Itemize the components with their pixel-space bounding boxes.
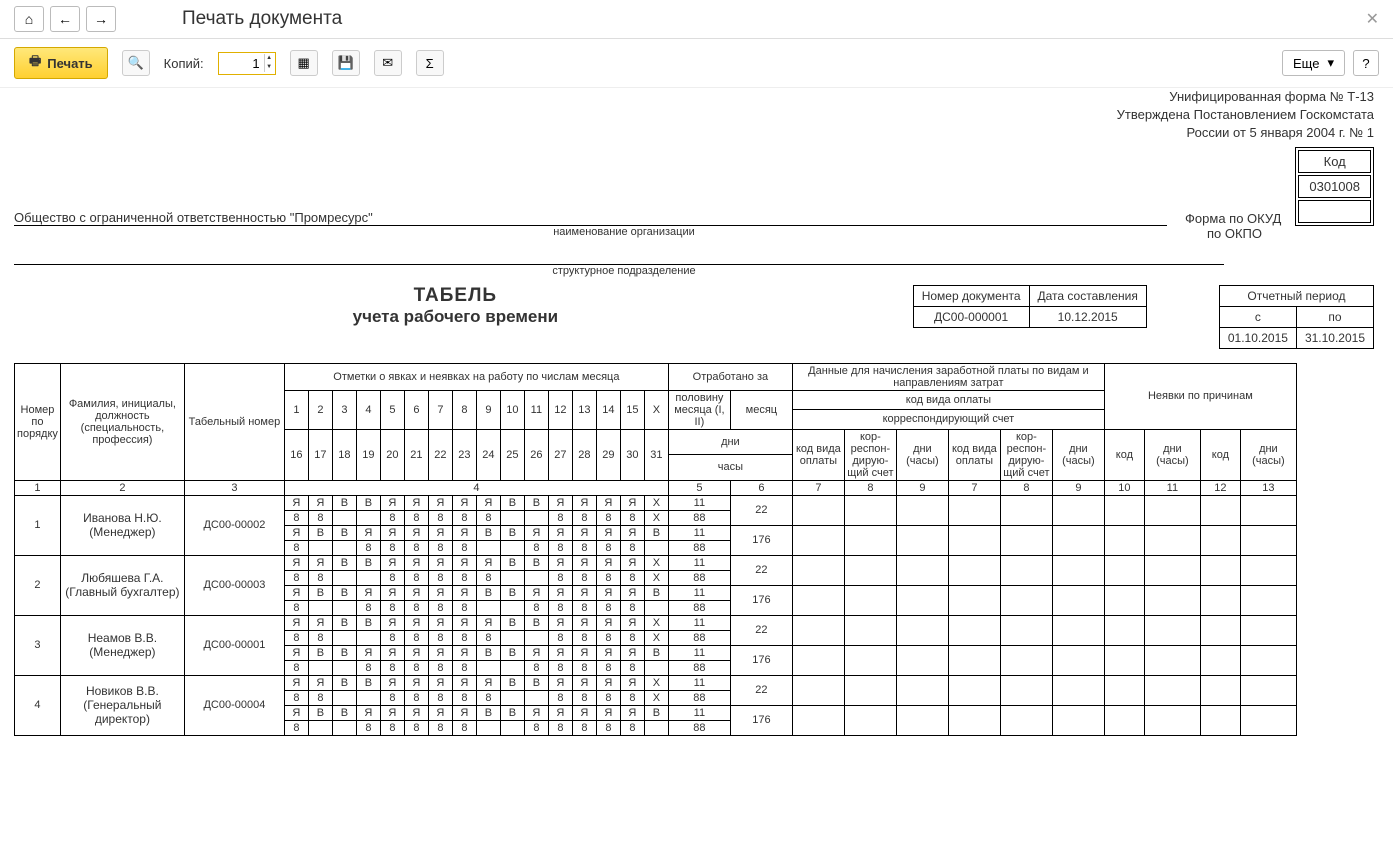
period-to: 31.10.2015 — [1296, 327, 1373, 348]
calc-button[interactable]: ▦ — [290, 50, 318, 76]
organization-name: Общество с ограниченной ответственностью… — [14, 210, 1167, 226]
table-row: 3Неамов В.В. (Менеджер)ДС00-00001ЯЯВВЯЯЯ… — [15, 615, 1297, 630]
print-button[interactable]: 🖶 Печать — [14, 47, 108, 79]
save-button[interactable]: 💾 — [332, 50, 360, 76]
table-row: 1Иванова Н.Ю. (Менеджер)ДС00-00002ЯЯВВЯЯ… — [15, 495, 1297, 510]
chevron-down-icon: ▾ — [1327, 55, 1334, 71]
mail-button[interactable]: ✉ — [374, 50, 402, 76]
period-table: Отчетный период спо 01.10.201531.10.2015 — [1219, 285, 1374, 349]
top-bar: ⌂ ← → Печать документа ✕ — [0, 0, 1393, 39]
help-button[interactable]: ? — [1353, 50, 1379, 76]
timesheet-table: Номер по порядкуФамилия, инициалы, должн… — [14, 363, 1297, 736]
copies-spinner[interactable]: ▲▼ — [264, 54, 274, 72]
period-from: 01.10.2015 — [1219, 327, 1296, 348]
doc-number-table: Номер документаДата составления ДС00-000… — [913, 285, 1147, 328]
okpo-value — [1298, 200, 1371, 223]
table-row: 2Любяшева Г.А. (Главный бухгалтер)ДС00-0… — [15, 555, 1297, 570]
printer-icon: 🖶 — [29, 52, 41, 74]
page-title: Печать документа — [182, 8, 342, 30]
okud-label: Форма по ОКУД — [1167, 211, 1287, 226]
department-line — [14, 249, 1224, 265]
close-button[interactable]: ✕ — [1366, 9, 1379, 29]
print-label: Печать — [47, 56, 92, 71]
table-row: 4Новиков В.В. (Генеральный директор)ДС00… — [15, 675, 1297, 690]
copies-input-wrap: ▲▼ — [218, 52, 276, 75]
copies-input[interactable] — [220, 54, 264, 73]
form-header: Унифицированная форма № Т-13 Утверждена … — [14, 88, 1374, 143]
doc-title-block: ТАБЕЛЬ учета рабочего времени — [14, 285, 897, 327]
toolbar: 🖶 Печать 🔍 Копий: ▲▼ ▦ 💾 ✉ Σ Еще▾ ? — [0, 39, 1393, 87]
codes-box: Код 0301008 — [1295, 147, 1374, 226]
more-button[interactable]: Еще▾ — [1282, 50, 1345, 76]
home-button[interactable]: ⌂ — [14, 6, 44, 32]
document-area[interactable]: Унифицированная форма № Т-13 Утверждена … — [0, 87, 1393, 857]
preview-button[interactable]: 🔍 — [122, 50, 150, 76]
copies-label: Копий: — [164, 56, 204, 71]
okud-value: 0301008 — [1298, 175, 1371, 198]
okpo-label: по ОКПО — [724, 226, 1374, 241]
back-button[interactable]: ← — [50, 6, 80, 32]
doc-date: 10.12.2015 — [1029, 306, 1146, 327]
forward-button[interactable]: → — [86, 6, 116, 32]
doc-number: ДС00-000001 — [913, 306, 1029, 327]
sigma-button[interactable]: Σ — [416, 50, 444, 76]
